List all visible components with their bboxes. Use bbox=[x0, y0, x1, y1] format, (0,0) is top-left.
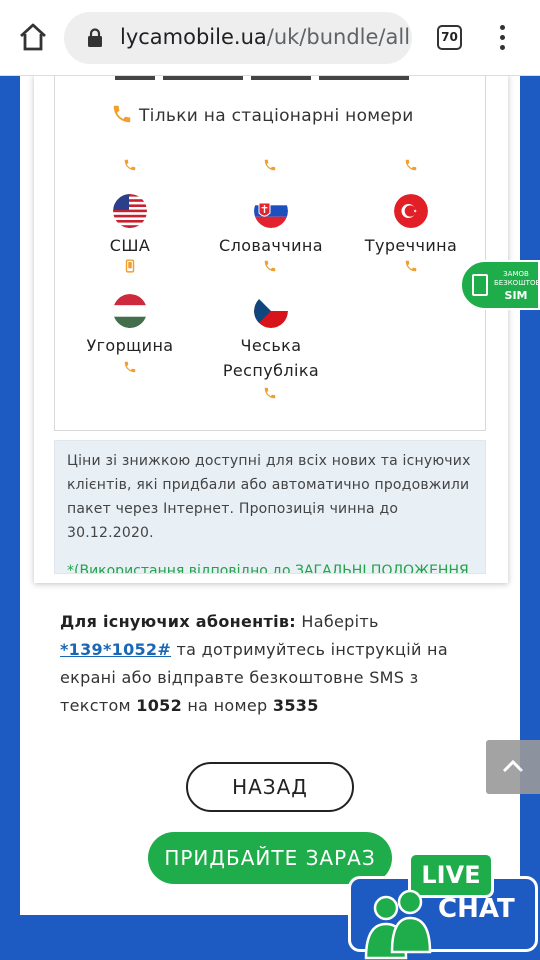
overflow-menu-icon[interactable] bbox=[498, 25, 506, 51]
phone-icon bbox=[124, 361, 136, 373]
page-content: Тільки на стаціонарні номери США Словачч… bbox=[20, 75, 520, 915]
scroll-to-top-button[interactable] bbox=[486, 740, 540, 794]
terms-link[interactable]: *(Використання відповідно до ЗАГАЛЬНІ ПО… bbox=[67, 563, 469, 573]
phone-icon bbox=[113, 105, 131, 123]
czech-flag-icon bbox=[254, 294, 288, 328]
sms-number: 3535 bbox=[272, 696, 319, 715]
existing-subscribers-info: Для існуючих абонентів: Наберіть *139*10… bbox=[60, 608, 480, 720]
phone-icon bbox=[405, 260, 417, 272]
country-slovakia: Словаччина bbox=[196, 194, 346, 258]
free-sim-badge[interactable]: ЗАМОВБЕЗКОШТОВНУ SIM bbox=[460, 260, 540, 310]
usa-flag-icon bbox=[113, 194, 147, 228]
country-name-line1: Чеська bbox=[240, 336, 302, 355]
hungary-flag-icon bbox=[113, 294, 147, 328]
back-button[interactable]: НАЗАД bbox=[186, 762, 354, 812]
country-name: Словаччина bbox=[219, 236, 323, 255]
country-name: Туреччина bbox=[364, 236, 458, 255]
sim-badge-line2: БЕЗКОШТОВНУ bbox=[494, 279, 540, 287]
country-turkey: Туреччина bbox=[336, 194, 486, 258]
country-name: Чеська Республіка bbox=[196, 333, 346, 383]
phone-icon bbox=[124, 159, 136, 171]
chat-label: CHAT bbox=[438, 894, 515, 924]
phone-icon bbox=[264, 387, 276, 399]
people-icon bbox=[364, 889, 432, 960]
notice-text: Ціни зі знижкою доступні для всіх нових … bbox=[67, 453, 471, 541]
chevron-up-icon bbox=[502, 759, 524, 773]
live-chat-widget[interactable]: LIVE CHAT bbox=[346, 848, 540, 960]
sim-card-icon bbox=[472, 274, 488, 296]
landline-label: Тільки на стаціонарні номери bbox=[139, 106, 414, 126]
country-name-line2: Республіка bbox=[222, 361, 320, 380]
sms-text: 1052 bbox=[136, 696, 183, 715]
sim-badge-line1: ЗАМОВ bbox=[503, 270, 529, 278]
existing-label: Для існуючих абонентів: bbox=[60, 612, 297, 631]
phone-icon bbox=[264, 260, 276, 272]
country-usa: США bbox=[55, 194, 205, 258]
country-czech-republic: Чеська Республіка bbox=[196, 294, 346, 383]
sim-badge-text: ЗАМОВБЕЗКОШТОВНУ bbox=[494, 270, 540, 288]
to-number-label: на номер bbox=[187, 696, 268, 715]
url-host: lycamobile.ua bbox=[120, 25, 267, 49]
ussd-code-link[interactable]: *139*1052# bbox=[60, 640, 171, 659]
url-text: lycamobile.ua/uk/bundle/all-i bbox=[120, 25, 410, 49]
country-name: Угорщина bbox=[86, 336, 174, 355]
tab-switcher-button[interactable]: 70 bbox=[437, 25, 462, 50]
slovakia-flag-icon bbox=[254, 194, 288, 228]
sim-badge-sim: SIM bbox=[504, 289, 528, 302]
turkey-flag-icon bbox=[394, 194, 428, 228]
phone-icon bbox=[264, 159, 276, 171]
phone-icon bbox=[405, 159, 417, 171]
home-icon[interactable] bbox=[18, 22, 48, 52]
browser-toolbar: lycamobile.ua/uk/bundle/all-i 70 bbox=[0, 0, 540, 76]
country-name: США bbox=[109, 236, 151, 255]
rates-box: Тільки на стаціонарні номери США Словачч… bbox=[54, 75, 486, 431]
address-bar[interactable]: lycamobile.ua/uk/bundle/all-i bbox=[64, 12, 412, 64]
dial-prefix: Наберіть bbox=[301, 612, 379, 631]
country-hungary: Угорщина bbox=[55, 294, 205, 358]
rates-panel: Тільки на стаціонарні номери США Словачч… bbox=[34, 75, 508, 583]
mobile-icon bbox=[125, 259, 135, 273]
landline-note: Тільки на стаціонарні номери bbox=[111, 103, 414, 126]
lock-icon bbox=[88, 28, 102, 47]
discount-notice: Ціни зі знижкою доступні для всіх нових … bbox=[54, 440, 486, 574]
url-path: /uk/bundle/all-i bbox=[266, 25, 410, 49]
